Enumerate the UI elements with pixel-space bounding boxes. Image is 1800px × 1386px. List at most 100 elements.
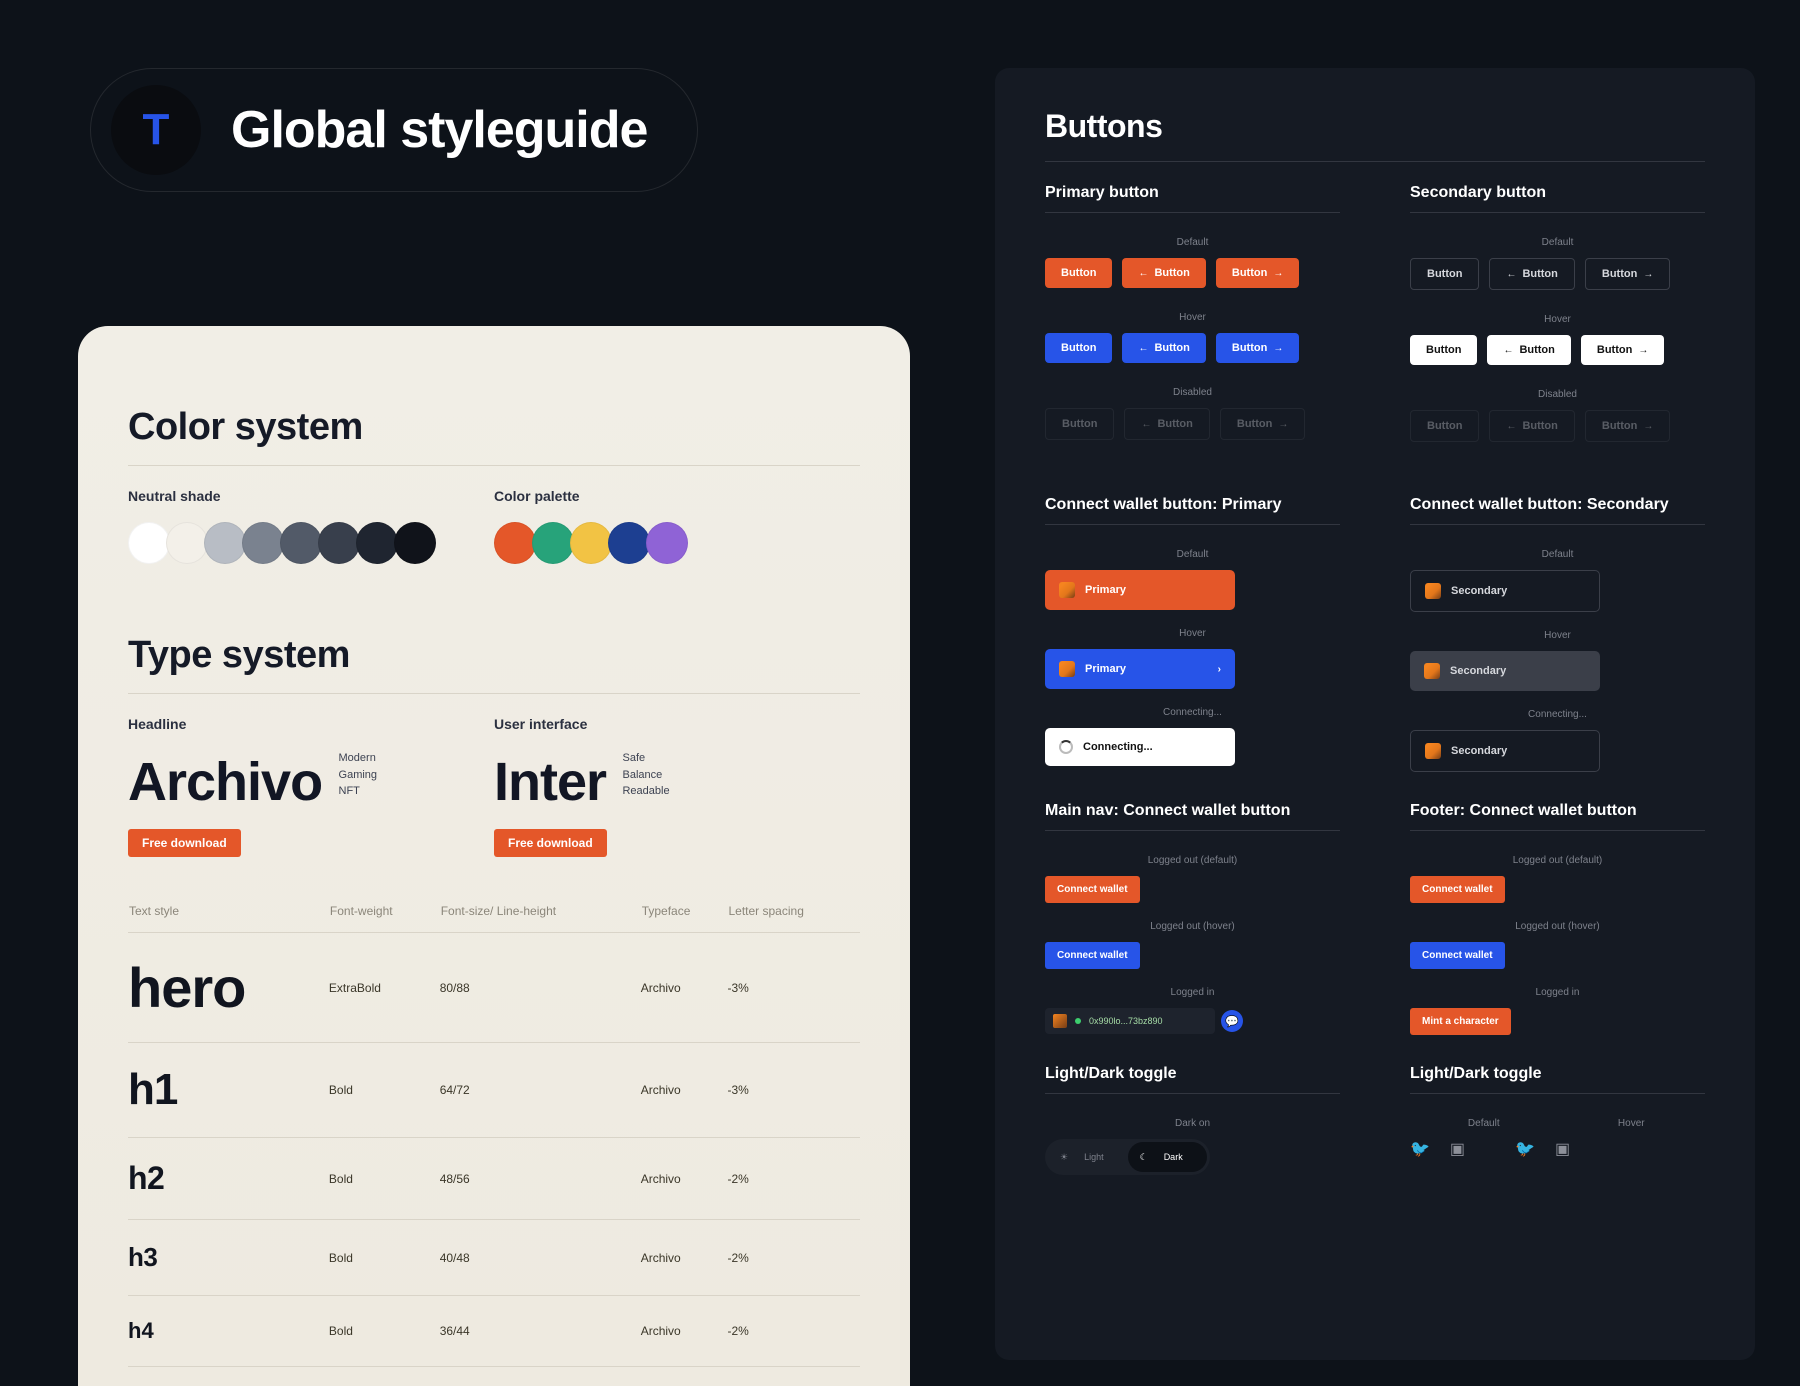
secondary-button[interactable]: Button [1410,258,1479,290]
linkedin-icon[interactable]: ▣ [1450,1139,1465,1159]
primary-button-hover-left-arrow[interactable]: ←Button [1122,333,1205,363]
divider [128,693,860,694]
state-default: Default [1410,549,1705,560]
table-row: h4Bold36/44Archivo-2% [128,1296,860,1367]
arrow-left-icon: ← [1138,268,1148,279]
twitter-icon[interactable]: 🐦 [1515,1139,1535,1159]
primary-button-disabled-right-arrow: Button→ [1220,408,1305,440]
color-palette-label: Color palette [494,488,860,504]
wallet-primary-default[interactable]: Primary [1045,570,1235,610]
swatch [318,522,360,564]
swatch [242,522,284,564]
connect-wallet-button-hover[interactable]: Connect wallet [1410,942,1505,969]
primary-button-disabled-left-arrow: ←Button [1124,408,1209,440]
table-row: heroExtraBold80/88Archivo-3% [128,933,860,1043]
status-dot-icon [1075,1018,1081,1024]
swatch [128,522,170,564]
table-header: Letter spacing [727,903,860,933]
theme-toggle[interactable]: ☀ Light ☾ Dark [1045,1139,1210,1175]
swatch [494,522,536,564]
state-logged-in: Logged in [1045,987,1340,998]
state-logged-out-hover: Logged out (hover) [1045,921,1340,932]
arrow-right-icon: → [1643,421,1653,432]
divider [128,465,860,466]
swatch [608,522,650,564]
archivo-name: Archivo [128,751,322,813]
metamask-icon [1425,583,1441,599]
archivo-download-button[interactable]: Free download [128,829,241,857]
neutral-shade-label: Neutral shade [128,488,494,504]
table-row: h3Bold40/48Archivo-2% [128,1220,860,1296]
headline-label: Headline [128,716,494,732]
swatch [394,522,436,564]
primary-button-right-arrow[interactable]: Button→ [1216,258,1299,288]
arrow-right-icon: → [1273,343,1283,354]
table-row: h5Bold32/40Archivo-2% [128,1367,860,1386]
secondary-button-hover-left-arrow[interactable]: ←Button [1487,335,1570,365]
secondary-button-left-arrow[interactable]: ←Button [1489,258,1574,290]
divider [1045,161,1705,162]
state-disabled: Disabled [1045,387,1340,398]
page-title: Global styleguide [231,100,647,160]
wallet-primary-connecting: Connecting... [1045,728,1235,766]
buttons-title: Buttons [1045,108,1705,145]
primary-button-hover-right-arrow[interactable]: Button→ [1216,333,1299,363]
secondary-button-disabled: Button [1410,410,1479,442]
chat-icon[interactable]: 💬 [1221,1010,1243,1032]
wallet-secondary-hover[interactable]: Secondary [1410,651,1600,691]
styleguide-card-dark: Buttons Primary button Default Button ←B… [995,68,1755,1360]
mint-character-button[interactable]: Mint a character [1410,1008,1511,1035]
arrow-left-icon: ← [1503,345,1513,356]
swatch [570,522,612,564]
secondary-button-hover[interactable]: Button [1410,335,1477,365]
palette-swatches [494,522,860,564]
wallet-secondary-title: Connect wallet button: Secondary [1410,496,1705,525]
state-disabled: Disabled [1410,389,1705,400]
arrow-left-icon: ← [1141,419,1151,430]
metamask-icon [1059,582,1075,598]
primary-button-label: Primary button [1045,184,1340,213]
wallet-primary-hover[interactable]: Primary› [1045,649,1235,689]
arrow-left-icon: ← [1138,343,1148,354]
arrow-right-icon: → [1278,419,1288,430]
primary-button[interactable]: Button [1045,258,1112,288]
state-logged-out-default: Logged out (default) [1045,855,1340,866]
wallet-address[interactable]: 0x990lo...73bz890 [1045,1008,1215,1034]
twitter-icon[interactable]: 🐦 [1410,1139,1430,1159]
linkedin-icon[interactable]: ▣ [1555,1139,1570,1159]
secondary-button-right-arrow[interactable]: Button→ [1585,258,1670,290]
swatch [166,522,208,564]
connect-wallet-button[interactable]: Connect wallet [1410,876,1505,903]
state-hover: Hover [1558,1118,1706,1129]
state-hover: Hover [1045,628,1340,639]
state-logged-out-hover: Logged out (hover) [1410,921,1705,932]
color-system-title: Color system [128,406,860,449]
state-hover: Hover [1410,630,1705,641]
chevron-right-icon: › [1218,664,1221,675]
nav-wallet-title: Main nav: Connect wallet button [1045,802,1340,831]
state-dark-on: Dark on [1045,1118,1340,1129]
primary-button-left-arrow[interactable]: ←Button [1122,258,1205,288]
connect-wallet-button[interactable]: Connect wallet [1045,876,1140,903]
state-logged-out-default: Logged out (default) [1410,855,1705,866]
badge-letter: T [111,85,201,175]
secondary-button-disabled-right-arrow: Button→ [1585,410,1670,442]
toggle-dark[interactable]: ☾ Dark [1128,1142,1207,1172]
footer-wallet-title: Footer: Connect wallet button [1410,802,1705,831]
toggle-light[interactable]: ☀ Light [1048,1142,1128,1172]
styleguide-card-light: Color system Neutral shade Color palette… [78,326,910,1386]
state-default: Default [1045,549,1340,560]
type-table: Text styleFont-weightFont-size/ Line-hei… [128,903,860,1386]
secondary-button-hover-right-arrow[interactable]: Button→ [1581,335,1664,365]
state-default: Default [1410,237,1705,248]
type-system-title: Type system [128,634,860,677]
connect-wallet-button-hover[interactable]: Connect wallet [1045,942,1140,969]
table-header: Text style [128,903,329,933]
wallet-secondary-default[interactable]: Secondary [1410,570,1600,612]
inter-tags: SafeBalanceReadable [622,750,669,800]
metamask-icon [1053,1014,1067,1028]
inter-download-button[interactable]: Free download [494,829,607,857]
primary-button-hover[interactable]: Button [1045,333,1112,363]
table-row: h1Bold64/72Archivo-3% [128,1043,860,1138]
arrow-left-icon: ← [1506,269,1516,280]
